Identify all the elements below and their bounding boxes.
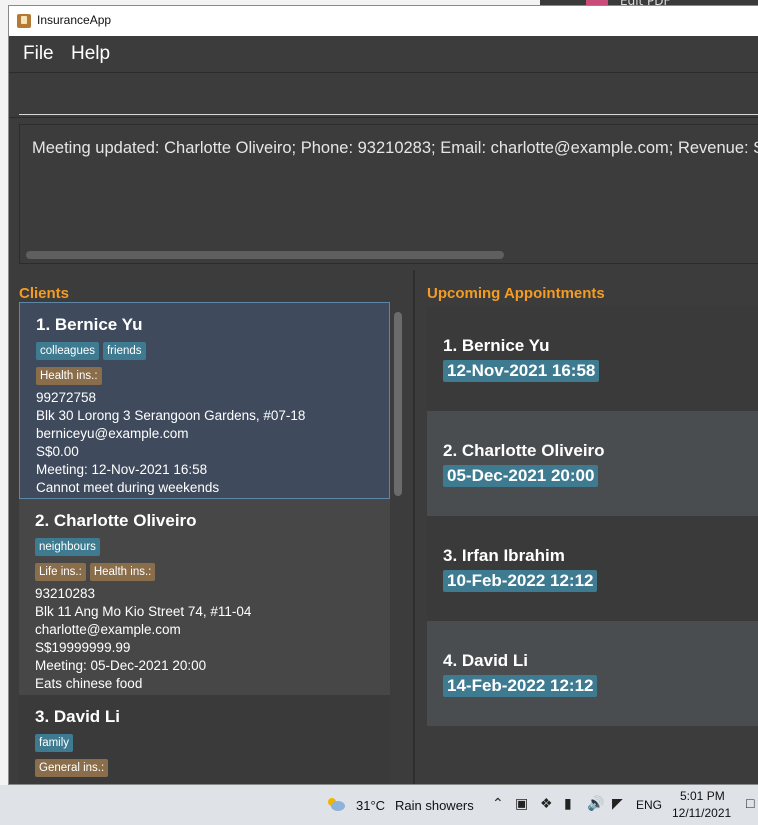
appointment-date: 12-Nov-2021 16:58 (443, 360, 600, 382)
menu-help[interactable]: Help (71, 43, 110, 65)
client-note: Cannot meet during weekends (36, 480, 220, 495)
appointments-title: Upcoming Appointments (427, 285, 605, 302)
notification-icon[interactable]: □ (746, 795, 754, 811)
client-email: berniceyu@example.com (36, 426, 189, 441)
client-name: 2. Charlotte Oliveiro (35, 511, 197, 530)
insurance-row: Health ins.: (36, 366, 389, 389)
client-list: 1. Bernice Yu colleagues friends Health i… (19, 302, 390, 784)
clock-date[interactable]: 12/11/2021 (672, 806, 731, 820)
insurance-badge: Health ins.: (36, 367, 102, 385)
clients-title: Clients (19, 285, 70, 302)
title-bar: InsuranceApp (9, 6, 758, 36)
language-indicator[interactable]: ENG (636, 798, 662, 812)
client-revenue: S$19999999.99 (35, 640, 131, 655)
meet-now-icon[interactable]: ▣ (515, 795, 528, 812)
appointment-card-2[interactable]: 2. Charlotte Oliveiro 05-Dec-2021 20:00 (427, 411, 758, 516)
client-card-2[interactable]: 2. Charlotte Oliveiro neighbours Life in… (19, 499, 390, 695)
tag-badge: colleagues (36, 342, 99, 360)
wifi-icon[interactable]: ◤ (612, 795, 623, 812)
appointment-date: 10-Feb-2022 12:12 (443, 570, 598, 592)
tag-row: colleagues friends (36, 341, 389, 364)
insurance-badge: Health ins.: (89, 563, 156, 581)
appointment-date: 14-Feb-2022 12:12 (443, 675, 598, 697)
chevron-up-icon[interactable]: ⌃ (492, 795, 504, 812)
appointment-name: 2. Charlotte Oliveiro (443, 441, 605, 460)
tag-row: family (35, 733, 390, 756)
client-meeting: Meeting: 12-Nov-2021 16:58 (36, 462, 208, 477)
appointments-panel: Upcoming Appointments 1. Bernice Yu 12-N… (417, 270, 758, 784)
battery-icon[interactable]: ▮ (564, 795, 572, 812)
client-card-1[interactable]: 1. Bernice Yu colleagues friends Health i… (19, 302, 390, 499)
client-phone: 99272758 (36, 390, 97, 405)
menu-file[interactable]: File (23, 43, 54, 65)
tag-row: neighbours (35, 537, 390, 560)
result-display: Meeting updated: Charlotte Oliveiro; Pho… (19, 124, 758, 264)
client-address: Blk 11 Ang Mo Kio Street 74, #11-04 (35, 604, 252, 619)
menu-bar: File Help (9, 36, 758, 72)
insurance-badge: Life ins.: (35, 563, 86, 581)
client-phone: 93210283 (35, 586, 96, 601)
appointment-name: 3. Irfan Ibrahim (443, 546, 565, 565)
tag-badge: friends (102, 342, 146, 360)
appointment-date: 05-Dec-2021 20:00 (443, 465, 599, 487)
client-list-scrollbar[interactable] (393, 310, 403, 784)
client-name: 1. Bernice Yu (36, 315, 143, 334)
client-card-3[interactable]: 3. David Li family General ins.: 9103128… (19, 695, 390, 784)
result-horizontal-scrollbar[interactable] (26, 251, 504, 259)
client-list-scroll-thumb[interactable] (394, 312, 402, 496)
appointment-list: 1. Bernice Yu 12-Nov-2021 16:58 2. Charl… (427, 306, 758, 726)
client-email: charlotte@example.com (35, 622, 181, 637)
command-box (9, 72, 758, 118)
result-message: Meeting updated: Charlotte Oliveiro; Pho… (32, 139, 758, 157)
command-input[interactable] (19, 81, 758, 115)
app-logo-icon (17, 14, 31, 28)
clients-panel: Clients 1. Bernice Yu colleagues friends … (9, 270, 415, 784)
client-address: Blk 30 Lorong 3 Serangoon Gardens, #07-1… (36, 408, 306, 423)
client-name: 3. David Li (35, 707, 121, 726)
app-window: InsuranceApp File Help Meeting updated: … (8, 5, 758, 785)
appointment-card-1[interactable]: 1. Bernice Yu 12-Nov-2021 16:58 (427, 306, 758, 411)
client-revenue: S$0.00 (36, 444, 79, 459)
tag-badge: family (35, 734, 74, 752)
tag-badge: neighbours (35, 538, 100, 556)
appointment-name: 4. David Li (443, 651, 529, 670)
appointment-card-3[interactable]: 3. Irfan Ibrahim 10-Feb-2022 12:12 (427, 516, 758, 621)
insurance-row: Life ins.: Health ins.: (35, 562, 390, 585)
taskbar: 31°C Rain showers ⌃ ▣ ❖ ▮ 🔊 ◤ ENG 5:01 P… (0, 785, 758, 825)
dropbox-icon[interactable]: ❖ (540, 795, 553, 812)
temperature-text[interactable]: 31°C (356, 798, 385, 813)
appointment-card-4[interactable]: 4. David Li 14-Feb-2022 12:12 (427, 621, 758, 726)
window-title: InsuranceApp (37, 13, 112, 27)
client-note: Eats chinese food (35, 676, 143, 691)
appointment-name: 1. Bernice Yu (443, 336, 550, 355)
clock-time[interactable]: 5:01 PM (680, 789, 725, 803)
insurance-badge: General ins.: (35, 759, 109, 777)
weather-text[interactable]: Rain showers (395, 798, 474, 813)
volume-icon[interactable]: 🔊 (587, 795, 604, 812)
client-meeting: Meeting: 05-Dec-2021 20:00 (35, 658, 207, 673)
insurance-row: General ins.: (35, 758, 390, 781)
weather-icon[interactable] (326, 796, 346, 812)
